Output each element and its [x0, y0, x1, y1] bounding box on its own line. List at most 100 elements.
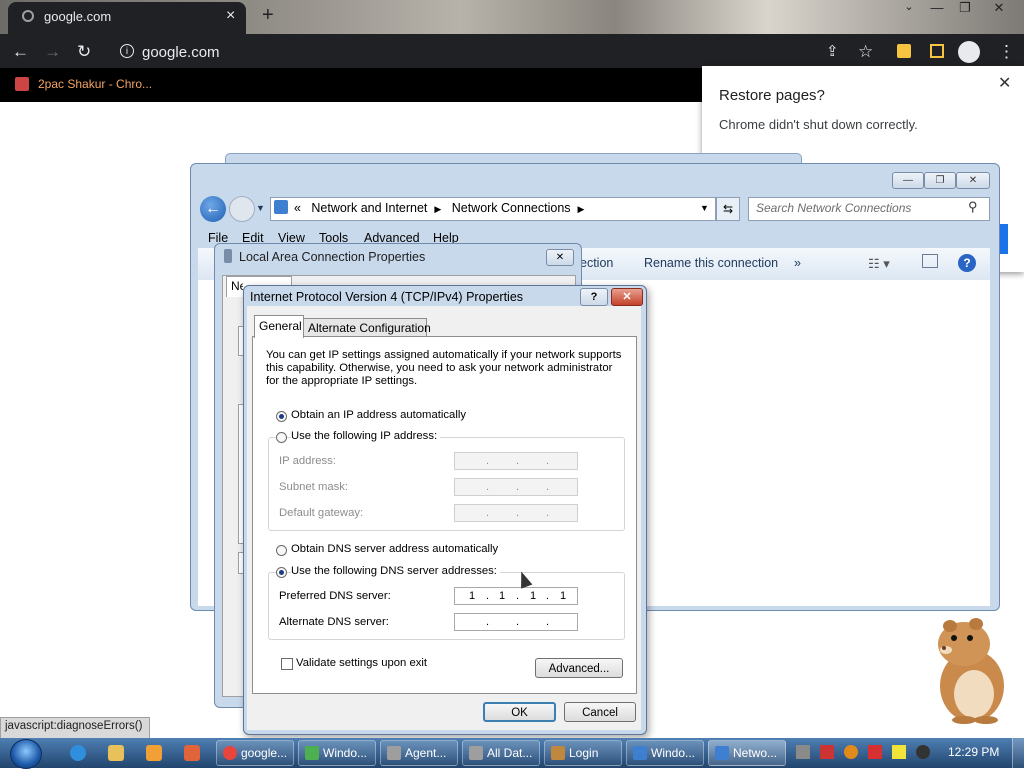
tray-notes-icon[interactable]	[892, 745, 906, 759]
dialog-title: Internet Protocol Version 4 (TCP/IPv4) P…	[250, 290, 524, 304]
ip-auto-label[interactable]: Obtain an IP address automatically	[291, 409, 466, 421]
octet[interactable]: 1	[530, 590, 536, 602]
window-minimize-button[interactable]: —	[924, 0, 950, 18]
network-icon	[715, 746, 729, 760]
octet[interactable]: 1	[469, 590, 475, 602]
ip-manual-label[interactable]: Use the following IP address:	[291, 430, 441, 442]
change-view-icon[interactable]: ☷ ▾	[868, 256, 890, 272]
tray-flag-icon[interactable]	[868, 745, 882, 759]
network-folder-icon	[274, 200, 288, 214]
validate-settings-checkbox[interactable]	[281, 658, 293, 670]
tab-favicon-icon	[22, 10, 34, 22]
more-commands-button[interactable]: »	[794, 256, 801, 270]
menu-icon[interactable]: ⋮	[998, 42, 1015, 62]
chrome-icon	[223, 746, 237, 760]
login-icon	[551, 746, 565, 760]
chevron-right-icon[interactable]: ▶	[577, 204, 584, 214]
tab-close-icon[interactable]: ×	[226, 7, 235, 25]
octet[interactable]: 1	[560, 590, 566, 602]
taskbar-item-chrome[interactable]: google...	[216, 740, 294, 766]
close-button[interactable]: ✕	[546, 249, 574, 266]
default-gateway-label: Default gateway:	[279, 507, 364, 519]
maximize-button[interactable]: ❐	[924, 172, 956, 189]
alternate-dns-field[interactable]: . . .	[454, 613, 578, 631]
ip-auto-radio[interactable]	[276, 411, 287, 422]
dns-manual-label[interactable]: Use the following DNS server addresses:	[291, 565, 500, 577]
taskbar-item-network[interactable]: Netwo...	[708, 740, 786, 766]
side-panel-icon[interactable]	[930, 44, 944, 58]
document-icon	[469, 746, 483, 760]
breadcrumb-overflow[interactable]: «	[294, 201, 301, 215]
breadcrumb-network-connections[interactable]: Network Connections	[452, 201, 571, 215]
close-button[interactable]: ✕	[956, 172, 990, 189]
new-tab-button[interactable]: +	[262, 4, 274, 27]
tab-search-icon[interactable]: ⌄	[896, 0, 922, 18]
start-button[interactable]	[10, 739, 42, 769]
intro-text: You can get IP settings assigned automat…	[266, 349, 622, 387]
bookmark-item[interactable]: 2pac Shakur - Chro...	[38, 77, 152, 91]
internet-explorer-icon[interactable]	[70, 745, 86, 761]
help-button[interactable]: ?	[580, 288, 608, 306]
minimize-button[interactable]: —	[892, 172, 924, 189]
explorer-folder-icon[interactable]	[108, 745, 124, 761]
hamster-mascot-icon[interactable]	[924, 616, 1014, 724]
paint-icon[interactable]	[184, 745, 200, 761]
taskbar-item-window-1[interactable]: Windo...	[298, 740, 376, 766]
preferred-dns-label: Preferred DNS server:	[279, 590, 391, 602]
preferred-dns-field[interactable]: 1. 1. 1. 1	[454, 587, 578, 605]
back-icon[interactable]: ←	[12, 42, 29, 62]
rename-connection-button[interactable]: Rename this connection	[644, 256, 778, 270]
taskbar-item-login[interactable]: Login	[544, 740, 622, 766]
cancel-button[interactable]: Cancel	[564, 702, 636, 722]
profile-icon[interactable]	[958, 41, 980, 63]
tray-app-icon[interactable]	[796, 745, 810, 759]
restore-button[interactable]	[1000, 224, 1008, 254]
reload-icon[interactable]: ↻	[77, 42, 91, 62]
breadcrumb-network-and-internet[interactable]: Network and Internet	[311, 201, 427, 215]
tab-alternate-configuration-label: Alternate Configuration	[308, 321, 431, 335]
media-player-icon[interactable]	[146, 745, 162, 761]
validate-settings-label[interactable]: Validate settings upon exit	[296, 657, 427, 669]
ip-manual-radio[interactable]	[276, 432, 287, 443]
status-text: javascript:diagnoseErrors()	[5, 720, 143, 732]
close-button[interactable]: ✕	[611, 288, 643, 306]
close-icon[interactable]: ✕	[998, 73, 1011, 93]
ip-address-label: IP address:	[279, 455, 336, 467]
taskbar-item-agent[interactable]: Agent...	[380, 740, 458, 766]
forward-icon[interactable]	[229, 196, 255, 222]
tray-tools-icon[interactable]	[820, 745, 834, 759]
ok-button[interactable]: OK	[483, 702, 556, 722]
address-url[interactable]: google.com	[142, 44, 220, 61]
help-icon[interactable]: ?	[958, 254, 976, 272]
extensions-icon[interactable]	[897, 44, 911, 58]
back-icon[interactable]: ←	[200, 196, 226, 222]
breadcrumb[interactable]: « Network and Internet ▶ Network Connect…	[294, 201, 584, 215]
bookmark-favicon-icon	[15, 77, 29, 91]
address-dropdown-icon[interactable]: ▼	[700, 203, 709, 213]
chevron-right-icon[interactable]: ▶	[434, 204, 441, 214]
dns-manual-radio[interactable]	[276, 567, 287, 578]
window-icon	[305, 746, 319, 760]
taskbar-item-all-data[interactable]: All Dat...	[462, 740, 540, 766]
taskbar-item-window-2[interactable]: Windo...	[626, 740, 704, 766]
refresh-icon[interactable]: ⇆	[716, 197, 740, 221]
window-close-button[interactable]: ✕	[986, 0, 1012, 18]
taskbar-clock[interactable]: 12:29 PM	[948, 745, 999, 759]
tray-media-icon[interactable]	[916, 745, 930, 759]
forward-icon[interactable]: →	[44, 42, 61, 62]
recent-pages-icon[interactable]: ▼	[256, 203, 265, 213]
star-icon[interactable]: ☆	[858, 42, 873, 62]
preview-pane-icon[interactable]	[922, 254, 938, 268]
site-info-icon[interactable]: i	[120, 44, 134, 58]
octet[interactable]: 1	[499, 590, 505, 602]
dns-auto-radio[interactable]	[276, 545, 287, 556]
window-restore-button[interactable]: ❐	[952, 0, 978, 18]
tray-search-icon[interactable]	[844, 745, 858, 759]
advanced-button[interactable]: Advanced...	[535, 658, 623, 678]
share-icon[interactable]: ⇪	[826, 42, 839, 60]
show-desktop-button[interactable]	[1012, 738, 1024, 768]
command-connection[interactable]: ection	[580, 256, 613, 270]
subnet-mask-label: Subnet mask:	[279, 481, 349, 493]
dns-auto-label[interactable]: Obtain DNS server address automatically	[291, 543, 498, 555]
search-icon[interactable]: ⚲	[968, 199, 978, 215]
